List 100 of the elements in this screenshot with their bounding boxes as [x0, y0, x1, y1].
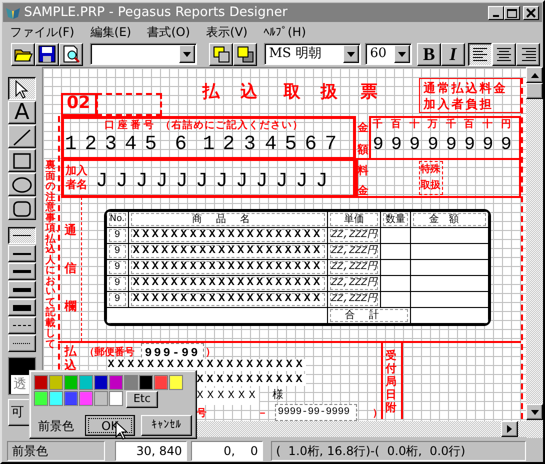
dropdown-button[interactable] [343, 45, 359, 63]
color-swatch[interactable] [79, 391, 93, 406]
fee-label: 料金 [358, 163, 369, 199]
caret-up-icon [530, 72, 538, 78]
minimize-button[interactable] [488, 6, 504, 20]
color-swatch[interactable] [109, 375, 123, 390]
unit-price: ZZ,ZZZ円 [330, 293, 378, 306]
account-digit: 6 [174, 132, 187, 158]
text-tool-button[interactable]: A [8, 101, 36, 124]
menu-item[interactable]: 編集(E) [82, 23, 140, 41]
subscriber-char: J [136, 169, 148, 195]
amount-label: 金額 [358, 120, 369, 158]
color-swatch[interactable] [169, 375, 183, 390]
amount-digit: 9 [372, 134, 384, 157]
minimize-icon [493, 15, 499, 17]
rectangle-tool-button[interactable] [8, 149, 36, 172]
account-digit: 2 [222, 132, 235, 158]
menu-item[interactable]: ﾍﾙﾌﾟ(H) [256, 23, 314, 41]
caret-icon [347, 52, 355, 56]
color-swatch[interactable] [64, 375, 78, 390]
rounded-rectangle-tool-button[interactable] [8, 197, 36, 220]
form-title: 取 [284, 81, 301, 104]
line-tool-button[interactable] [8, 125, 36, 148]
style-combo[interactable] [90, 43, 197, 65]
column-header: 金額 [412, 213, 486, 226]
form-title: 込 [240, 81, 258, 104]
scroll-up-button[interactable] [526, 67, 543, 83]
item-name: XXXXXXXXXXXXXXXXXXXX [130, 277, 326, 290]
scroll-down-button[interactable] [526, 404, 543, 420]
color-swatch[interactable] [109, 391, 123, 406]
account-note: （右詰めにご記入ください） [160, 118, 304, 133]
place-label: 千 [446, 119, 456, 130]
italic-button[interactable]: I [441, 42, 465, 66]
preview-button[interactable] [59, 42, 83, 66]
align-left-button[interactable] [468, 42, 492, 66]
account-digit: 3 [104, 132, 117, 158]
color-swatch[interactable] [124, 375, 138, 390]
align-center-icon [496, 46, 512, 62]
font-size-combo[interactable]: 60 [365, 43, 412, 65]
phone-label: 号 [196, 407, 207, 421]
subscriber-char: J [176, 169, 188, 195]
menu-item[interactable]: 表示(V) [198, 23, 256, 41]
place-label: 千 [372, 119, 383, 130]
payer-label: 払込 [64, 344, 77, 372]
ellipse-tool-button[interactable] [8, 173, 36, 196]
color-swatch[interactable] [94, 375, 108, 390]
amount-digit: 9 [428, 134, 438, 157]
align-right-button[interactable] [516, 42, 540, 66]
amount-digit: 9 [464, 134, 476, 157]
color-swatch[interactable] [139, 375, 153, 390]
transparent-label: 透 [10, 375, 29, 394]
open-folder-button[interactable] [11, 42, 35, 66]
more-colors-button[interactable]: Etc [126, 391, 158, 408]
message-label: 通信欄 [64, 222, 77, 315]
dotted-line-icon [12, 343, 31, 344]
align-right-icon [520, 46, 536, 62]
unit-price: ZZ,ZZZ円 [330, 245, 378, 258]
cancel-button[interactable]: ｷｬﾝｾﾙ [140, 415, 192, 436]
subscriber-char: J [216, 169, 228, 195]
color-swatch[interactable] [34, 391, 48, 406]
maximize-button[interactable] [504, 6, 520, 20]
send-back-button[interactable] [233, 42, 257, 66]
save-button[interactable] [35, 42, 59, 66]
font-combo[interactable]: MS 明朝 [264, 43, 361, 65]
account-digit: 4 [124, 132, 137, 158]
subscriber-char: J [96, 169, 108, 195]
item-name: XXXXXXXXXXXXXXXXXXXX [130, 293, 326, 306]
account-heading: 口座番号 [104, 118, 157, 133]
color-swatch[interactable] [64, 391, 78, 406]
menu-item[interactable]: ファイル(F) [2, 23, 82, 41]
caret-down-icon [530, 410, 538, 414]
item-number: 9 [108, 277, 126, 290]
scroll-right-button[interactable] [501, 421, 518, 437]
phone-dash: － [258, 407, 268, 421]
color-swatch[interactable] [94, 391, 108, 406]
color-swatch[interactable] [34, 375, 48, 390]
scrollbar-thumb[interactable] [526, 83, 543, 99]
bold-button[interactable]: B [417, 42, 441, 66]
form-number: 02 [60, 93, 97, 116]
align-left-icon [472, 46, 488, 62]
account-digit: 2 [84, 132, 97, 158]
bring-front-button[interactable] [209, 42, 233, 66]
subscriber-char: J [196, 169, 208, 195]
color-swatch[interactable] [154, 375, 168, 390]
preview-icon [61, 44, 81, 64]
color-swatch[interactable] [49, 375, 63, 390]
close-button[interactable] [523, 6, 539, 20]
form-title: 扱 [320, 81, 338, 104]
total-label: 合計 [330, 309, 408, 322]
align-center-button[interactable] [492, 42, 516, 66]
pointer-tool-button[interactable] [8, 77, 36, 100]
dropdown-button[interactable] [394, 45, 410, 63]
hairline-line-icon [12, 235, 31, 236]
column-header: 数量 [383, 213, 408, 226]
line-style-button[interactable] [8, 227, 36, 244]
dropdown-button[interactable] [179, 45, 195, 63]
menu-item[interactable]: 書式(O) [139, 23, 198, 41]
color-swatch[interactable] [79, 375, 93, 390]
color-swatch[interactable] [49, 391, 63, 406]
item-name: XXXXXXXXXXXXXXXXXXXX [130, 245, 326, 258]
